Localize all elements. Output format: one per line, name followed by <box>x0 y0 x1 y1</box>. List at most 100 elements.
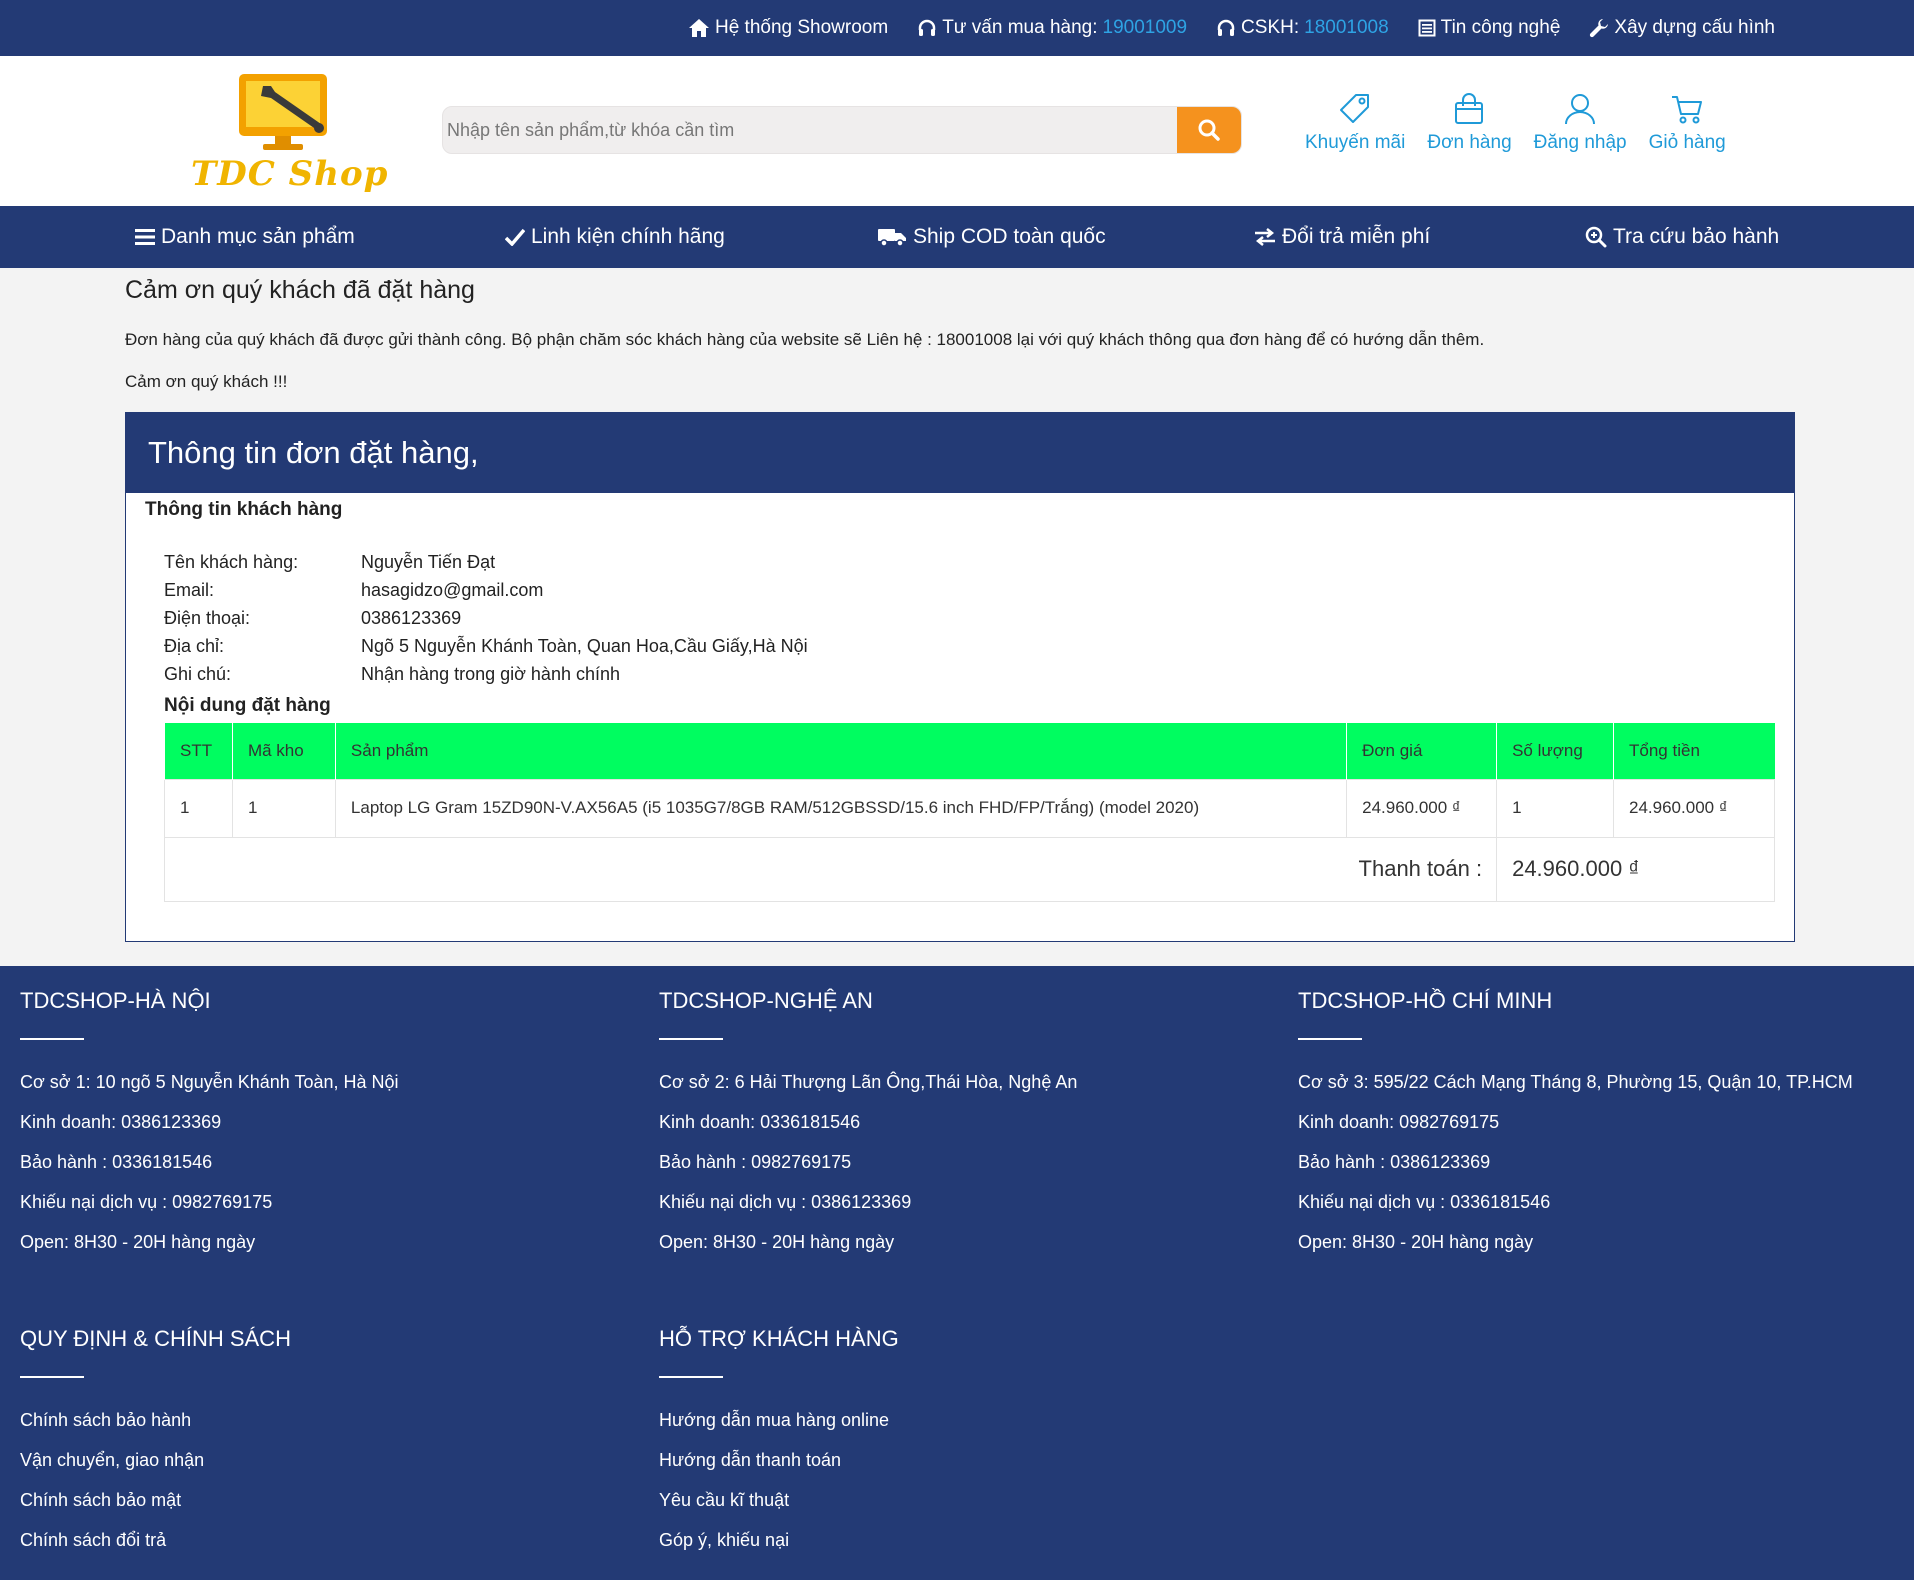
shop-logo[interactable]: TDC Shop <box>189 70 387 195</box>
customer-name-label: Tên khách hàng: <box>164 551 299 572</box>
policy-warranty-link[interactable]: Chính sách bảo hành <box>20 1400 291 1440</box>
build-config-label: Xây dựng cấu hình <box>1614 17 1775 38</box>
footer-hanoi-title: TDCSHOP-HÀ NỘI <box>20 988 211 1013</box>
headphones-icon <box>917 18 937 38</box>
search-plus-icon <box>1585 226 1607 248</box>
support-feedback-link[interactable]: Góp ý, khiếu nại <box>659 1520 899 1560</box>
tag-icon <box>1338 92 1372 126</box>
consult-phone[interactable]: 19001009 <box>1103 17 1188 39</box>
footer-hcm-title: TDCSHOP-HỒ CHÍ MINH <box>1298 988 1553 1013</box>
wrench-icon <box>1589 18 1609 38</box>
col-qty: Số lượng <box>1496 723 1614 779</box>
footer-nghean: TDCSHOP-NGHỆ AN Cơ sở 2: 6 Hải Thượng Lã… <box>659 988 1077 1262</box>
newspaper-icon <box>1418 19 1436 37</box>
shopping-bag-icon <box>1452 92 1486 126</box>
showroom-label: Hệ thống Showroom <box>714 17 889 38</box>
support-tech-request-link[interactable]: Yêu cầu kĩ thuật <box>659 1480 899 1520</box>
truck-icon <box>877 227 907 247</box>
footer-hanoi-address: Cơ sở 1: 10 ngõ 5 Nguyễn Khánh Toàn, Hà … <box>20 1072 399 1092</box>
policy-returns-link[interactable]: Chính sách đổi trả <box>20 1520 291 1560</box>
top-bar: Hệ thống Showroom Tư vấn mua hàng: 19001… <box>0 0 1914 56</box>
cskh-phone[interactable]: 18001008 <box>1304 17 1389 39</box>
policy-privacy-link[interactable]: Chính sách bảo mật <box>20 1480 291 1520</box>
nav-ship[interactable]: Ship COD toàn quốc <box>877 206 1106 268</box>
divider <box>1298 1038 1362 1040</box>
search-icon <box>1197 118 1221 142</box>
customer-name-value: Nguyễn Tiến Đạt <box>361 551 496 572</box>
headphones-icon <box>1216 18 1236 38</box>
customer-note-value: Nhận hàng trong giờ hành chính <box>361 663 620 684</box>
footer-nghean-title: TDCSHOP-NGHỆ AN <box>659 988 873 1013</box>
footer-hcm-warranty: Bảo hành : 0386123369 <box>1298 1152 1491 1172</box>
cell-qty: 1 <box>1496 778 1615 838</box>
cskh-hotline[interactable]: CSKH: 18001008 <box>1216 17 1389 39</box>
divider <box>20 1038 84 1040</box>
footer: TDCSHOP-HÀ NỘI Cơ sở 1: 10 ngõ 5 Nguyễn … <box>0 966 1914 1580</box>
footer-hanoi-sales: Kinh doanh: 0386123369 <box>20 1112 222 1132</box>
orders-link[interactable]: Đơn hàng <box>1427 92 1512 154</box>
footer-hanoi-hours: Open: 8H30 - 20H hàng ngày <box>20 1232 256 1252</box>
cart-icon <box>1670 92 1704 126</box>
cell-price: 24.960.000 ₫ <box>1346 778 1498 838</box>
col-stt: STT <box>164 723 233 779</box>
col-product: Sản phẩm <box>334 723 1347 779</box>
promo-label: Khuyến mãi <box>1305 132 1406 153</box>
logo-text: TDC Shop <box>191 154 389 194</box>
home-icon <box>688 18 710 38</box>
footer-policy-title: QUY ĐỊNH & CHÍNH SÁCH <box>20 1326 291 1351</box>
exchange-icon <box>1254 228 1276 246</box>
customer-info: Tên khách hàng: Nguyễn Tiến Đạt Email: h… <box>164 548 808 688</box>
cell-stt: 1 <box>164 778 233 838</box>
login-link[interactable]: Đăng nhập <box>1534 92 1627 154</box>
nav-categories[interactable]: Danh mục sản phẩm <box>135 206 355 268</box>
login-label: Đăng nhập <box>1533 132 1627 153</box>
nav-categories-label: Danh mục sản phẩm <box>161 225 355 248</box>
footer-nghean-warranty: Bảo hành : 0982769175 <box>659 1152 852 1172</box>
policy-shipping-link[interactable]: Vận chuyển, giao nhận <box>20 1440 291 1480</box>
order-panel-title: Thông tin đơn đặt hàng, <box>126 413 1794 493</box>
nav-genuine[interactable]: Linh kiện chính hãng <box>505 206 725 268</box>
table-row: 1 1 Laptop LG Gram 15ZD90N-V.AX56A5 (i5 … <box>164 778 1775 838</box>
footer-nghean-hours: Open: 8H30 - 20H hàng ngày <box>659 1232 895 1252</box>
nav-returns[interactable]: Đổi trả miễn phí <box>1254 206 1430 268</box>
customer-email-label: Email: <box>164 579 215 600</box>
nav-ship-label: Ship COD toàn quốc <box>913 225 1106 248</box>
monitor-wrench-logo-icon <box>239 74 327 150</box>
payment-value: 24.960.000 ₫ <box>1496 836 1775 902</box>
page-title: Cảm ơn quý khách đã đặt hàng <box>125 276 475 304</box>
tech-news-link[interactable]: Tin công nghệ <box>1418 17 1560 39</box>
support-payment-guide-link[interactable]: Hướng dẫn thanh toán <box>659 1440 899 1480</box>
customer-email-value: hasagidzo@gmail.com <box>361 579 544 600</box>
menu-icon <box>135 228 155 246</box>
search-bar <box>442 106 1242 154</box>
search-button[interactable] <box>1177 107 1241 153</box>
footer-nghean-address: Cơ sở 2: 6 Hải Thượng Lãn Ông,Thái Hòa, … <box>659 1072 1078 1092</box>
cart-link[interactable]: Giỏ hàng <box>1649 92 1726 154</box>
support-buy-guide-link[interactable]: Hướng dẫn mua hàng online <box>659 1400 899 1440</box>
build-config-link[interactable]: Xây dựng cấu hình <box>1589 17 1775 39</box>
divider <box>20 1376 84 1378</box>
showroom-link[interactable]: Hệ thống Showroom <box>688 17 888 39</box>
footer-hcm-sales: Kinh doanh: 0982769175 <box>1298 1112 1500 1132</box>
table-header-row: STT Mã kho Sản phẩm Đơn giá Số lượng Tổn… <box>164 723 1775 779</box>
nav-returns-label: Đổi trả miễn phí <box>1282 225 1431 248</box>
consult-hotline[interactable]: Tư vấn mua hàng: 19001009 <box>917 17 1187 39</box>
customer-name-row: Tên khách hàng: Nguyễn Tiến Đạt <box>164 548 808 576</box>
cell-total: 24.960.000 ₫ <box>1613 778 1775 838</box>
customer-phone-value: 0386123369 <box>361 607 462 628</box>
footer-nghean-sales: Kinh doanh: 0336181546 <box>659 1112 861 1132</box>
user-icon <box>1563 92 1597 126</box>
search-input[interactable] <box>443 107 1179 153</box>
divider <box>659 1038 723 1040</box>
thanks-message: Đơn hàng của quý khách đã được gửi thành… <box>125 330 1485 349</box>
promo-link[interactable]: Khuyến mãi <box>1305 92 1405 154</box>
consult-label: Tư vấn mua hàng: <box>942 17 1098 38</box>
nav-warranty[interactable]: Tra cứu bảo hành <box>1585 206 1779 268</box>
col-sku: Mã kho <box>231 723 336 779</box>
footer-support: HỖ TRỢ KHÁCH HÀNG Hướng dẫn mua hàng onl… <box>659 1326 899 1560</box>
footer-hcm-address: Cơ sở 3: 595/22 Cách Mạng Tháng 8, Phườn… <box>1298 1072 1853 1092</box>
customer-address-label: Địa chỉ: <box>164 635 225 656</box>
thanks-short-message: Cảm ơn quý khách !!! <box>125 372 288 391</box>
cart-label: Giỏ hàng <box>1648 132 1726 153</box>
customer-address-value: Ngõ 5 Nguyễn Khánh Toàn, Quan Hoa,Cầu Gi… <box>361 635 808 656</box>
